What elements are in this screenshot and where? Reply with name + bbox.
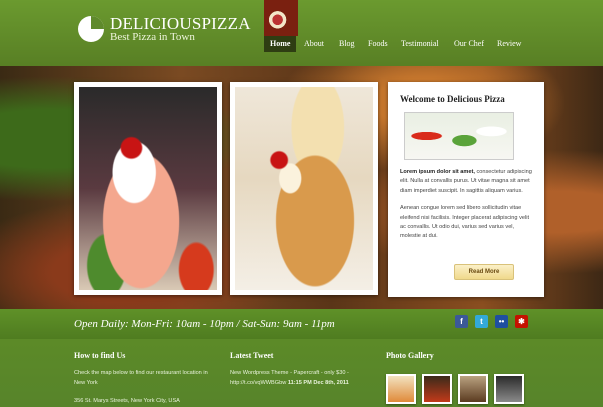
nav-testimonial[interactable]: Testimonial: [401, 36, 439, 52]
opening-hours: Open Daily: Mon-Fri: 10am - 10pm / Sat-S…: [74, 318, 335, 330]
footer: How to find Us Check the map below to fi…: [0, 339, 603, 407]
tweet-text: New Wordpress Theme - Papercraft - only …: [230, 368, 370, 388]
welcome-paragraph-2: Aenean congue lorem sed libero sollicitu…: [400, 205, 530, 240]
nav-blog[interactable]: Blog: [339, 36, 355, 52]
flickr-icon[interactable]: ••: [495, 315, 508, 328]
header-bar: DELICIOUSPIZZA Best Pizza in Town Home A…: [0, 0, 603, 66]
welcome-paragraph-1: Lorem ipsum dolor sit amet, consectetur …: [400, 168, 532, 196]
gallery-thumb-4[interactable]: [494, 374, 524, 404]
welcome-food-image: [404, 112, 514, 160]
find-us-text: Check the map below to find our restaura…: [74, 370, 208, 386]
nav-foods[interactable]: Foods: [368, 36, 388, 52]
pancake-photo: [230, 82, 378, 295]
photo-gallery-heading: Photo Gallery: [386, 351, 434, 360]
pizza-logo-icon: [78, 16, 104, 42]
nav-about[interactable]: About: [304, 36, 324, 52]
facebook-icon[interactable]: f: [455, 315, 468, 328]
site-tagline: Best Pizza in Town: [110, 31, 195, 43]
dessert-photo: [74, 82, 222, 295]
nav-our-chef[interactable]: Our Chef: [454, 36, 484, 52]
twitter-icon[interactable]: t: [475, 315, 488, 328]
find-us-heading: How to find Us: [74, 351, 126, 360]
gallery-thumb-3[interactable]: [458, 374, 488, 404]
gallery-thumb-2[interactable]: [422, 374, 452, 404]
gallery-thumb-1[interactable]: [386, 374, 416, 404]
address-text: 356 St. Marys Streets, New York City, US…: [74, 398, 180, 404]
welcome-lead: Lorem ipsum dolor sit amet,: [400, 169, 475, 175]
welcome-box: Welcome to Delicious Pizza Lorem ipsum d…: [388, 82, 544, 297]
latest-tweet-heading: Latest Tweet: [230, 351, 274, 360]
opening-hours-bar: Open Daily: Mon-Fri: 10am - 10pm / Sat-S…: [0, 309, 603, 339]
read-more-button[interactable]: Read More: [454, 264, 514, 280]
nav-food-thumbnail: [264, 0, 298, 36]
tweet-time: 11:15 PM Dec 8th, 2011: [287, 380, 349, 386]
welcome-title: Welcome to Delicious Pizza: [400, 94, 505, 104]
nav-home[interactable]: Home: [264, 36, 297, 52]
nav-review[interactable]: Review: [497, 36, 521, 52]
yelp-icon[interactable]: ✱: [515, 315, 528, 328]
